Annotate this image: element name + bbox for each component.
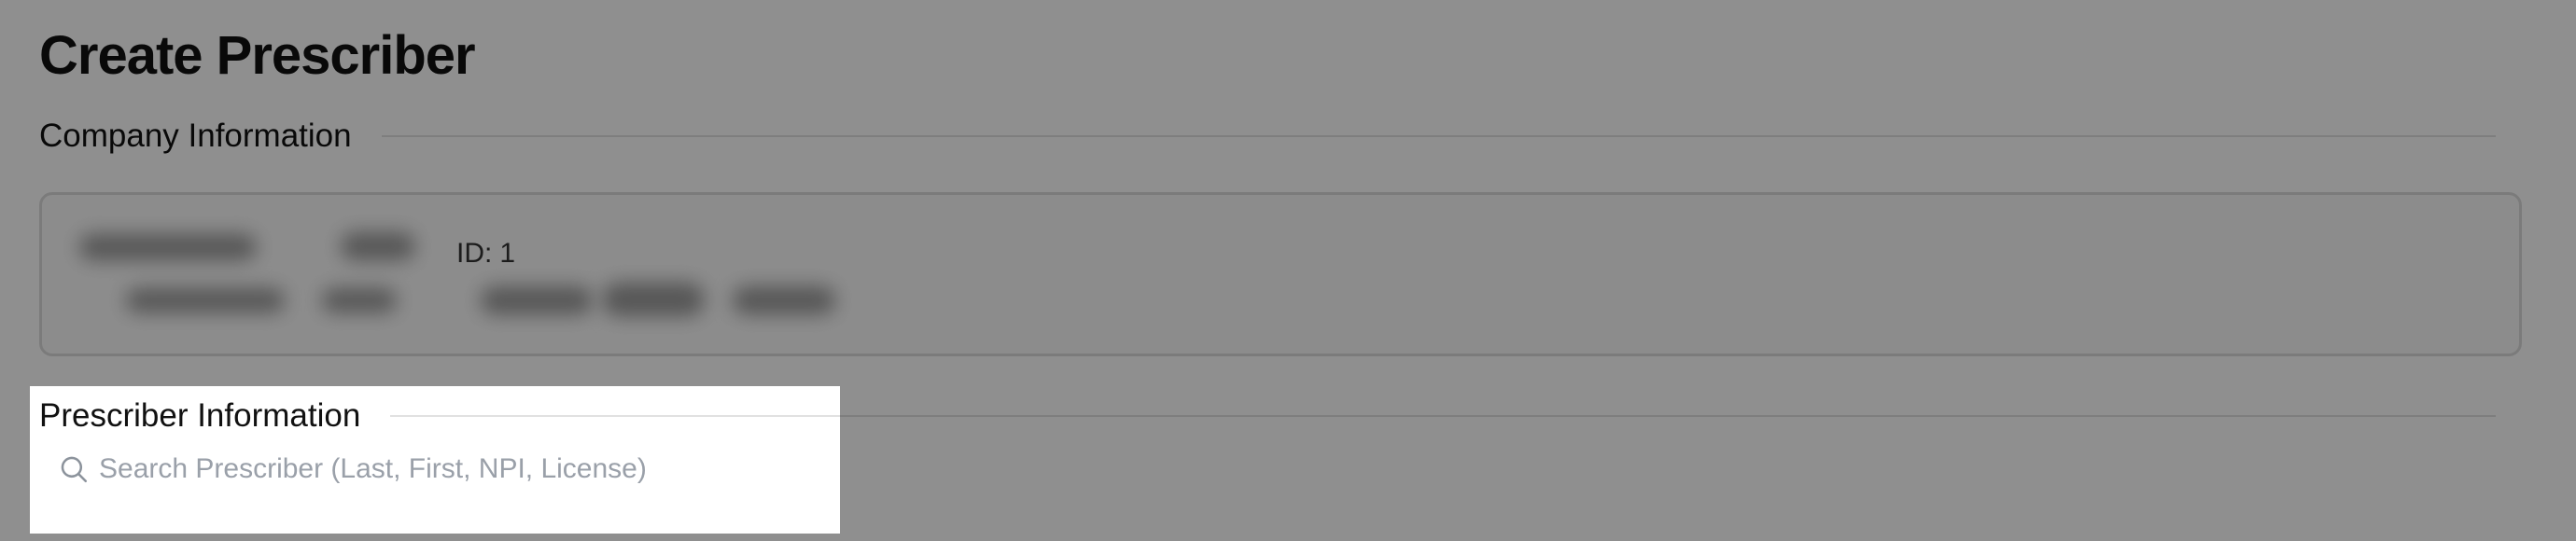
redacted-company-name-2	[341, 232, 415, 260]
company-card: ID: 1	[39, 192, 2522, 356]
prescriber-information-title: Prescriber Information	[39, 397, 361, 434]
prescriber-search-input[interactable]	[99, 453, 846, 485]
company-id-label: ID:	[456, 238, 493, 269]
company-information-title: Company Information	[39, 118, 352, 154]
redacted-company-contact-2	[602, 283, 705, 316]
page-title: Create Prescriber	[39, 25, 476, 86]
search-icon	[58, 453, 90, 485]
prescriber-information-header: Prescriber Information	[39, 392, 2496, 440]
company-information-header: Company Information	[39, 112, 2496, 160]
company-id: ID: 1	[456, 238, 515, 270]
prescriber-search	[58, 453, 846, 485]
create-prescriber-page: Create Prescriber Company Information ID…	[0, 0, 2576, 541]
redacted-company-address	[126, 288, 285, 312]
section-divider	[381, 135, 2496, 137]
company-id-value: 1	[499, 238, 516, 269]
redacted-company-address-2	[322, 288, 397, 312]
section-divider	[390, 415, 2496, 417]
redacted-company-contact	[481, 286, 593, 314]
redacted-company-name	[79, 234, 257, 260]
redacted-company-contact-3	[733, 286, 835, 314]
